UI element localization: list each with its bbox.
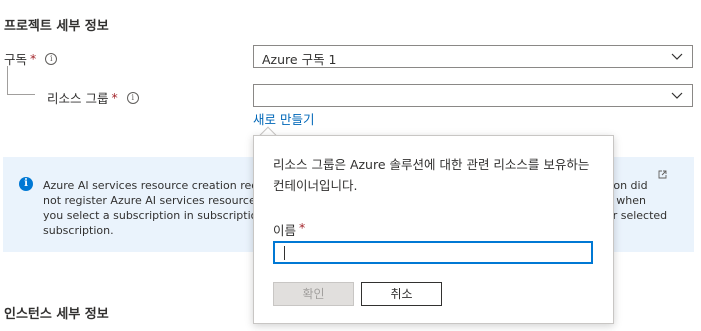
text-caret <box>284 246 285 260</box>
tree-connector-vertical <box>7 66 8 94</box>
resource-group-select[interactable] <box>253 84 693 107</box>
chevron-down-icon <box>671 92 683 99</box>
create-new-resource-group-link[interactable]: 새로 만들기 <box>253 109 314 128</box>
name-label-group: 이름 * <box>273 220 305 239</box>
instance-details-title: 인스턴스 세부 정보 <box>4 307 109 322</box>
info-banner-text: Azure AI services resource creation requ… <box>43 179 265 237</box>
required-asterisk: * <box>111 90 118 105</box>
create-resource-group-popup: 리소스 그룹은 Azure 솔루션에 대한 관련 리소스를 보유하는 컨테이너입… <box>253 135 614 324</box>
cancel-button[interactable]: 취소 <box>361 282 442 306</box>
info-icon[interactable]: i <box>126 91 139 104</box>
name-input[interactable] <box>273 241 593 264</box>
subscription-label-group: 구독 * i <box>4 49 58 68</box>
chevron-down-icon <box>671 53 683 60</box>
tree-connector-horizontal <box>7 94 35 95</box>
subscription-value: Azure 구독 1 <box>262 52 337 67</box>
required-asterisk: * <box>299 220 306 235</box>
info-icon: i <box>19 177 33 191</box>
required-asterisk: * <box>30 51 37 66</box>
subscription-select[interactable]: Azure 구독 1 <box>253 45 693 68</box>
popup-description: 리소스 그룹은 Azure 솔루션에 대한 관련 리소스를 보유하는 컨테이너입… <box>273 157 590 193</box>
external-link-icon[interactable] <box>658 170 667 182</box>
project-details-title: 프로젝트 세부 정보 <box>4 19 109 34</box>
resource-group-label: 리소스 그룹 <box>47 91 109 106</box>
name-label: 이름 <box>273 223 297 238</box>
info-icon[interactable]: i <box>45 52 58 65</box>
ok-button[interactable]: 확인 <box>273 282 354 306</box>
resource-group-label-group: 리소스 그룹 * i <box>47 88 139 107</box>
